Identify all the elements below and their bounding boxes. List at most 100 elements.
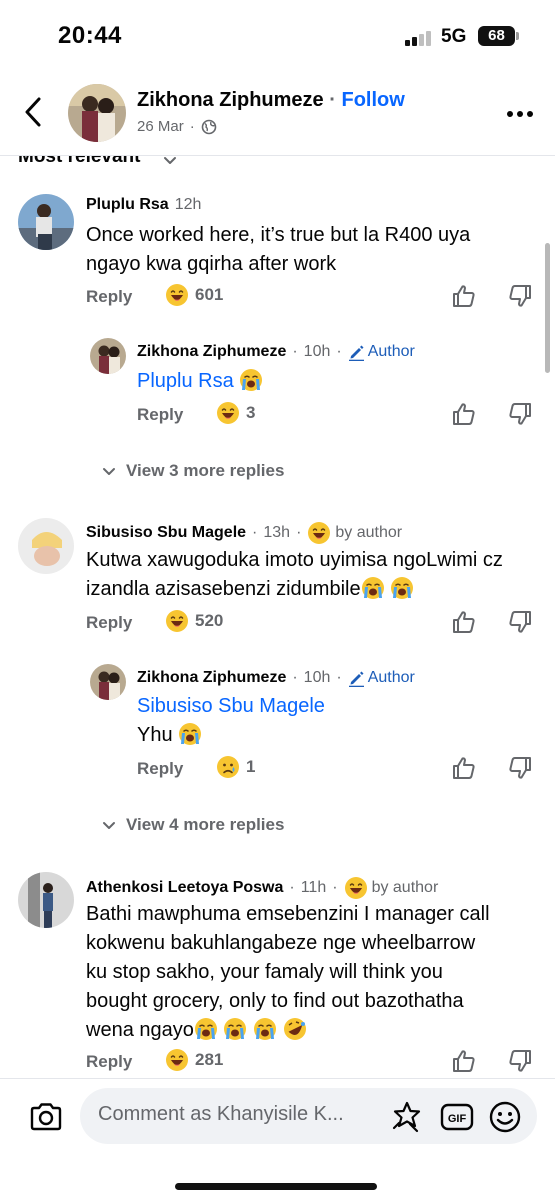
- liked-by-author-badge: by author: [307, 521, 402, 545]
- crying-emoji-icon: [223, 1017, 248, 1041]
- mention-link[interactable]: Sibusiso Sbu Magele: [137, 695, 325, 717]
- comment-placeholder: Comment as Khanyisile K...: [98, 1103, 344, 1125]
- like-icon[interactable]: [451, 283, 477, 309]
- comment-header: Athenkosi Leetoya Poswa · 11h · by autho…: [86, 876, 438, 900]
- comment-body: Yhu: [137, 724, 173, 746]
- avatar[interactable]: [90, 664, 126, 700]
- like-icon[interactable]: [451, 1048, 477, 1074]
- reaction-summary[interactable]: 601: [165, 283, 223, 307]
- comment-line: ku stop sakho, your famaly will think yo…: [86, 961, 443, 983]
- commenter-name[interactable]: Zikhona Ziphumeze: [137, 669, 286, 687]
- pencil-icon: [347, 344, 365, 361]
- comment-body: Kutwa xawugoduka imoto uyimisa ngoLwimi …: [86, 549, 503, 600]
- mention-link[interactable]: Pluplu Rsa: [137, 370, 234, 392]
- back-arrow-icon[interactable]: [18, 94, 48, 130]
- commenter-name[interactable]: Athenkosi Leetoya Poswa: [86, 879, 283, 897]
- dislike-icon[interactable]: [507, 609, 533, 635]
- like-icon[interactable]: [451, 401, 477, 427]
- emoji-icon[interactable]: [488, 1100, 522, 1134]
- view-more-replies[interactable]: View 4 more replies: [102, 815, 284, 835]
- reply-button[interactable]: Reply: [137, 759, 183, 779]
- comment-text: Sibusiso Sbu Magele Yhu: [137, 692, 537, 750]
- comment-text: Pluplu Rsa: [137, 367, 537, 396]
- reaction-summary[interactable]: 281: [165, 1048, 223, 1072]
- status-bar: 20:44 5G 68: [0, 0, 555, 72]
- follow-button[interactable]: Follow: [341, 89, 404, 111]
- camera-icon[interactable]: [28, 1099, 64, 1135]
- separator-dot: ·: [332, 879, 338, 896]
- gif-icon[interactable]: GIF: [440, 1102, 474, 1132]
- reaction-count: 601: [195, 285, 224, 304]
- battery-icon: 68: [478, 26, 515, 46]
- laughing-emoji-icon: [216, 401, 240, 425]
- reply-button[interactable]: Reply: [137, 405, 183, 425]
- commenter-name[interactable]: Pluplu Rsa: [86, 196, 169, 214]
- pencil-icon: [347, 670, 365, 687]
- separator-dot: ·: [296, 524, 302, 541]
- by-author-label: by author: [371, 879, 439, 896]
- dislike-icon[interactable]: [507, 401, 533, 427]
- like-icon[interactable]: [451, 609, 477, 635]
- laughing-emoji-icon: [165, 609, 189, 633]
- reaction-count: 3: [246, 403, 256, 422]
- dislike-icon[interactable]: [507, 1048, 533, 1074]
- reply-button[interactable]: Reply: [86, 1052, 132, 1072]
- avatar[interactable]: [18, 194, 74, 250]
- dislike-icon[interactable]: [507, 755, 533, 781]
- chevron-down-icon: [103, 822, 115, 829]
- comment-header: Pluplu Rsa 12h: [86, 196, 201, 214]
- more-options-icon[interactable]: [505, 104, 535, 124]
- separator-dot: ·: [336, 669, 342, 686]
- chevron-down-icon[interactable]: [163, 154, 177, 166]
- comment-line-last: wena ngayo: [86, 1016, 536, 1045]
- avatar[interactable]: [18, 518, 74, 574]
- crying-emoji-icon: [390, 576, 414, 600]
- rofl-emoji-icon: [282, 1017, 307, 1041]
- comment-time: 10h: [303, 343, 331, 360]
- commenter-name[interactable]: Zikhona Ziphumeze: [137, 343, 286, 361]
- separator-dot: ·: [289, 879, 295, 896]
- separator-dot: ·: [329, 89, 336, 111]
- reaction-summary[interactable]: 3: [216, 401, 255, 425]
- author-label: Author: [367, 343, 415, 360]
- reply-button[interactable]: Reply: [86, 613, 132, 633]
- avatar[interactable]: [18, 872, 74, 928]
- comment-line: wena ngayo: [86, 1019, 194, 1041]
- comment-header: Sibusiso Sbu Magele · 13h · by author: [86, 521, 402, 545]
- reaction-count: 1: [246, 757, 256, 776]
- comment-line: kokwenu bakuhlangabeze nge wheelbarrow: [86, 932, 476, 954]
- home-indicator: [175, 1183, 377, 1190]
- liked-by-author-badge: by author: [343, 876, 439, 900]
- separator-dot: ·: [292, 343, 298, 360]
- comment-time: 11h: [300, 879, 327, 896]
- reaction-summary[interactable]: 1: [216, 755, 255, 779]
- like-icon[interactable]: [451, 755, 477, 781]
- comment-text: Kutwa xawugoduka imoto uyimisa ngoLwimi …: [86, 546, 526, 604]
- laughing-emoji-icon: [307, 521, 332, 545]
- view-more-label: View 3 more replies: [126, 461, 285, 480]
- sticker-icon[interactable]: [390, 1100, 424, 1134]
- comment-text: Once worked here, it’s true but la R400 …: [86, 224, 471, 275]
- laughing-emoji-icon: [165, 283, 189, 307]
- reaction-summary[interactable]: 520: [165, 609, 223, 633]
- avatar[interactable]: [90, 338, 126, 374]
- view-more-replies[interactable]: View 3 more replies: [102, 461, 284, 481]
- comment-composer: Comment as Khanyisile K... GIF: [0, 1078, 555, 1200]
- battery-tip: [516, 32, 519, 40]
- reply-button[interactable]: Reply: [86, 287, 132, 307]
- globe-icon: [201, 119, 216, 134]
- crying-emoji-icon: [239, 368, 264, 392]
- crying-emoji-icon: [253, 1017, 277, 1041]
- avatar[interactable]: [68, 84, 126, 142]
- author-badge: Author: [347, 669, 415, 687]
- author-label: Author: [367, 669, 415, 686]
- commenter-name[interactable]: Sibusiso Sbu Magele: [86, 524, 246, 542]
- scrollbar[interactable]: [545, 243, 550, 373]
- comment-input[interactable]: Comment as Khanyisile K... GIF: [80, 1088, 537, 1144]
- post-author-name[interactable]: Zikhona Ziphumeze: [137, 89, 324, 111]
- crying-emoji-icon: [360, 576, 385, 600]
- dislike-icon[interactable]: [507, 283, 533, 309]
- comment-header: Zikhona Ziphumeze · 10h · Author: [137, 669, 415, 687]
- comment-line: Bathi mawphuma emsebenzini I manager cal…: [86, 903, 490, 925]
- comment-line: bought grocery, only to find out bazotha…: [86, 990, 464, 1012]
